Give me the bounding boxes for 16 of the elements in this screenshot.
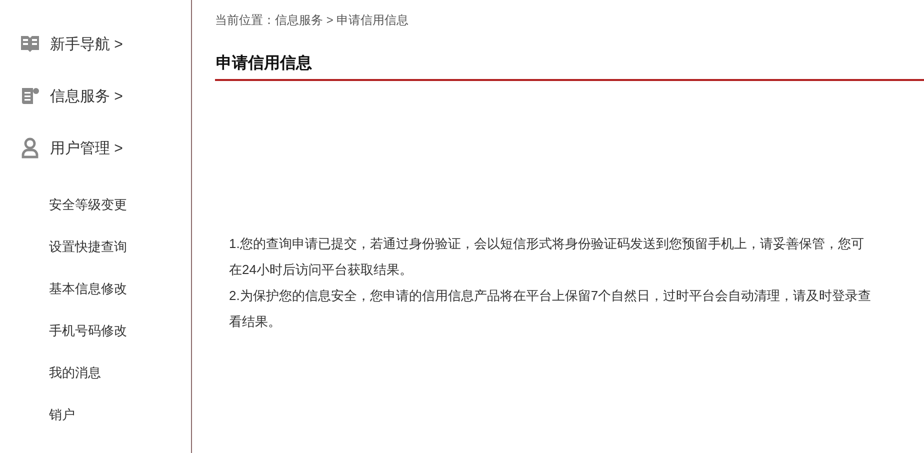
sidebar-item[interactable]: 安全等级变更 <box>0 184 191 226</box>
sidebar-item[interactable]: 我的消息 <box>0 352 191 394</box>
nav-section[interactable]: 用户管理 > <box>50 138 123 158</box>
notice-text: 2.为保护您的信息安全，您申请的信用信息产品将在平台上保留7个自然日，过时平台会自动清理，请及时登录查看结果。 <box>229 287 872 331</box>
sidebar-item[interactable]: 设置快捷查询 <box>0 226 191 268</box>
sidebar-item[interactable]: 手机号码修改 <box>0 310 191 352</box>
document-icon <box>20 86 40 106</box>
nav-section[interactable]: 信息服务 > <box>50 86 123 106</box>
page-title: 申请信用信息 <box>215 29 924 81</box>
notice-text: 1.您的查询申请已提交，若通过身份验证，会以短信形式将身份验证码发送到您预留手机上，请妥善保管，您可在24小时后访问平台获取结果。 <box>229 235 865 279</box>
user-icon <box>21 137 39 159</box>
book-icon <box>20 35 40 53</box>
nav-section[interactable]: 新手导航 > <box>50 34 123 54</box>
sidebar-item[interactable]: 基本信息修改 <box>0 268 191 310</box>
breadcrumb: 当前位置：信息服务 > 申请信用信息 <box>215 12 409 29</box>
sidebar-item[interactable]: 销户 <box>0 394 191 436</box>
